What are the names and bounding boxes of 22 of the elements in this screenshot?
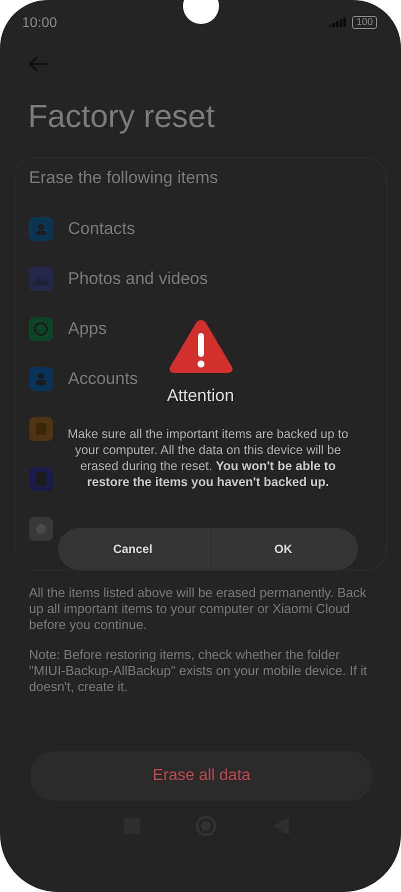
note-text: Note: Before restoring items, check whether the folder "MIUI-Backup-AllBackup" exists on your mobile device. If it doesn't, create it. (29, 647, 368, 695)
dialog-button[interactable]: OK (208, 528, 358, 570)
item-label: Photos and videos (68, 269, 208, 289)
person-icon (29, 367, 53, 391)
item-label: Accounts (68, 369, 138, 389)
folder-icon (29, 417, 53, 441)
document-icon (29, 467, 53, 491)
dialog-title: Attention (166, 386, 234, 406)
back-arrow-icon[interactable] (28, 56, 50, 72)
dialog-button[interactable]: Cancel (58, 528, 208, 570)
signal-icon (329, 17, 348, 27)
card-heading: Erase the following items (29, 168, 218, 188)
note-text: All the items listed above will be erased permanently. Back up all important items to your computer or Xiaomi Cloud before you continue. (29, 585, 368, 633)
warning-icon (168, 318, 234, 374)
page-title: Factory reset (28, 98, 216, 135)
status-time: 10:00 (22, 14, 58, 30)
item-label: Apps (68, 319, 107, 339)
item-label: Contacts (68, 219, 136, 239)
person-icon (29, 217, 53, 241)
battery-indicator: 100 (352, 16, 377, 28)
device-icon (29, 517, 53, 541)
image-icon (29, 267, 53, 291)
